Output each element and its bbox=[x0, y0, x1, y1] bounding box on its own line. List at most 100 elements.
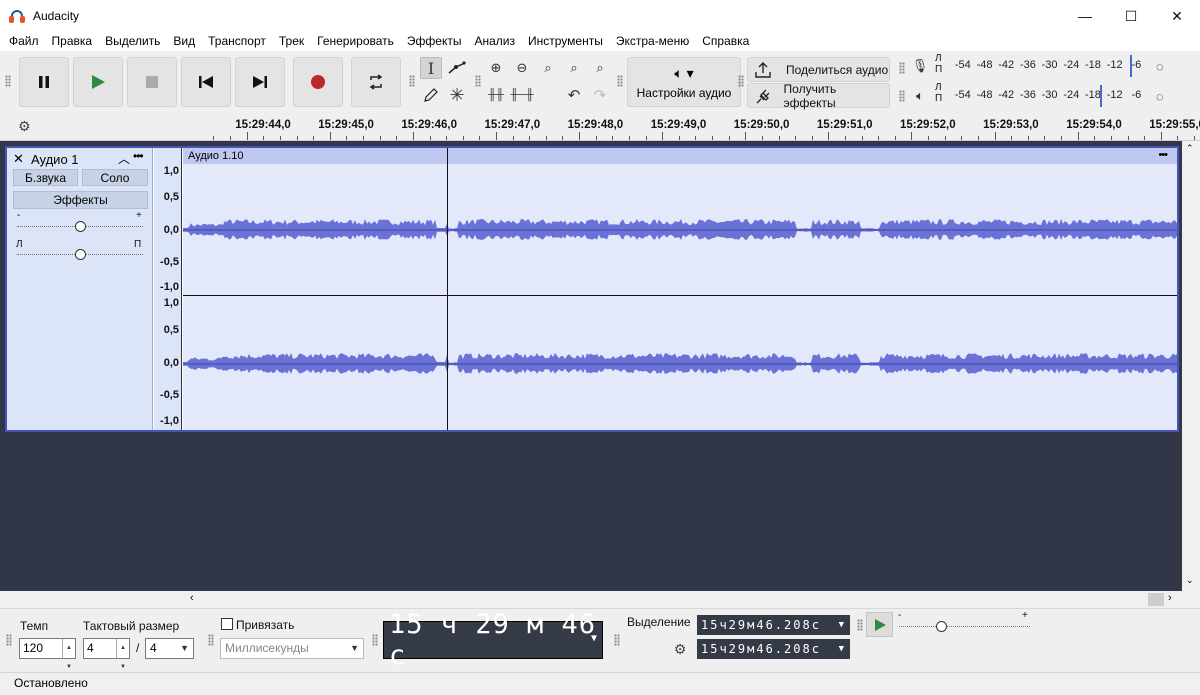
pause-button[interactable] bbox=[19, 57, 69, 107]
menu-edit[interactable]: Правка bbox=[46, 32, 100, 51]
snap-label[interactable]: Привязать bbox=[236, 618, 294, 632]
draw-tool-button[interactable] bbox=[420, 84, 442, 106]
zoom-in-button[interactable]: ⊕ bbox=[485, 57, 507, 79]
close-button[interactable]: ✕ bbox=[1154, 0, 1200, 32]
fit-selection-button[interactable]: ⌕ bbox=[537, 57, 559, 79]
menu-tools[interactable]: Инструменты bbox=[522, 32, 610, 51]
toolbar-grip-icon[interactable] bbox=[208, 634, 214, 646]
menu-view[interactable]: Вид bbox=[167, 32, 202, 51]
snap-unit-select[interactable]: Миллисекунды ▼ bbox=[220, 638, 364, 659]
selection-start-display[interactable]: 15ч29м46.208с ▼ bbox=[697, 615, 850, 635]
undo-button[interactable]: ↶ bbox=[563, 84, 585, 106]
scroll-left-icon[interactable]: ‹ bbox=[190, 592, 194, 604]
scroll-right-icon[interactable]: › bbox=[1168, 592, 1172, 604]
clip-menu-icon[interactable]: ••• bbox=[1158, 147, 1168, 163]
mute-button[interactable]: Б.звука bbox=[13, 169, 78, 186]
menu-analyze[interactable]: Анализ bbox=[468, 32, 522, 51]
toolbar-grip-icon[interactable] bbox=[409, 75, 415, 87]
chevron-down-icon[interactable]: ▼ bbox=[839, 644, 846, 654]
time-sig-numerator-input[interactable]: 4 ▲ ▼ bbox=[83, 638, 130, 670]
collapse-track-icon[interactable]: ︿ bbox=[118, 150, 130, 167]
record-button[interactable] bbox=[293, 57, 343, 107]
play-at-speed-button[interactable] bbox=[866, 612, 893, 637]
get-effects-button[interactable]: Получить эффекты bbox=[747, 82, 890, 110]
track-effects-button[interactable]: Эффекты bbox=[13, 191, 148, 209]
play-meter-scale[interactable]: -54 -48 -42 -36 -30 -24 -18 -12 -6 bbox=[952, 89, 1147, 101]
snap-checkbox[interactable] bbox=[221, 618, 233, 630]
toolbar-grip-icon[interactable] bbox=[5, 75, 11, 87]
selection-settings-icon[interactable]: ⚙ bbox=[669, 638, 691, 660]
playback-speed-slider[interactable] bbox=[899, 626, 1030, 627]
menu-effects[interactable]: Эффекты bbox=[401, 32, 469, 51]
track-name[interactable]: Аудио 1 bbox=[31, 152, 79, 167]
toolbar-grip-icon[interactable] bbox=[6, 634, 12, 646]
scroll-thumb[interactable] bbox=[1148, 593, 1164, 606]
clip-header[interactable]: Аудио 1.10 ••• bbox=[183, 148, 1177, 164]
selection-end-display[interactable]: 15ч29м46.208с ▼ bbox=[697, 639, 850, 659]
share-audio-button[interactable]: Поделиться аудио bbox=[747, 57, 890, 82]
audio-track[interactable]: ✕ Аудио 1 ︿ ••• Б.звука Соло Эффекты - +… bbox=[5, 146, 1179, 432]
chevron-down-icon[interactable]: ▼ bbox=[591, 633, 598, 644]
solo-button[interactable]: Соло bbox=[82, 169, 148, 186]
close-track-icon[interactable]: ✕ bbox=[13, 151, 24, 167]
tempo-input[interactable]: 120 ▲ ▼ bbox=[19, 638, 76, 670]
scroll-up-icon[interactable]: ⌃ bbox=[1186, 143, 1194, 154]
menu-transport[interactable]: Транспорт bbox=[202, 32, 273, 51]
tempo-spinner-icon[interactable]: ▲ ▼ bbox=[62, 639, 75, 670]
menu-file[interactable]: Файл bbox=[3, 32, 46, 51]
stop-button[interactable] bbox=[127, 57, 177, 107]
meter-options-icon[interactable]: ◌ bbox=[1156, 89, 1164, 104]
menu-generate[interactable]: Генерировать bbox=[311, 32, 401, 51]
skip-to-start-button[interactable] bbox=[181, 57, 231, 107]
toolbar-grip-icon[interactable] bbox=[614, 634, 620, 646]
toolbar-grip-icon[interactable] bbox=[738, 75, 744, 87]
play-button[interactable] bbox=[73, 57, 123, 107]
scroll-track[interactable] bbox=[1184, 155, 1198, 575]
timeline-ruler[interactable]: ⚙ 15:29:44,0 15:29:45,0 15:29:46,0 15:29:47… bbox=[0, 113, 1200, 141]
skip-to-end-button[interactable] bbox=[235, 57, 285, 107]
record-meter-scale[interactable]: -54 -48 -42 -36 -30 -24 -18 -12 -6 bbox=[952, 59, 1147, 71]
record-meter-button[interactable]: 🎙︎ bbox=[909, 55, 931, 77]
zoom-out-button[interactable]: ⊖ bbox=[511, 57, 533, 79]
timeline-settings-icon[interactable]: ⚙ bbox=[18, 118, 31, 135]
menu-extra[interactable]: Экстра-меню bbox=[610, 32, 696, 51]
envelope-tool-button[interactable] bbox=[446, 57, 468, 79]
pan-slider-knob[interactable] bbox=[74, 249, 86, 260]
toolbar-grip-icon[interactable] bbox=[475, 75, 481, 87]
clip-waveform-area[interactable] bbox=[183, 164, 1177, 430]
selection-tool-button[interactable]: I bbox=[420, 57, 442, 79]
clip-name[interactable]: Аудио 1.10 bbox=[188, 150, 244, 162]
menu-tracks[interactable]: Трек bbox=[273, 32, 311, 51]
minimize-button[interactable]: — bbox=[1062, 0, 1108, 32]
time-display[interactable]: 15 ч 29 м 46 с ▼ bbox=[383, 609, 603, 671]
gain-slider-knob[interactable] bbox=[74, 221, 86, 232]
toolbar-grip-icon[interactable] bbox=[617, 75, 623, 87]
time-sig-denominator-select[interactable]: 4 ▼ bbox=[145, 638, 194, 659]
audio-setup-button[interactable]: 🔈︎ ▾ Настройки аудио bbox=[627, 57, 741, 107]
loop-button[interactable] bbox=[351, 57, 401, 107]
redo-button[interactable]: ↷ bbox=[589, 84, 611, 106]
track-menu-icon[interactable]: ••• bbox=[133, 149, 144, 163]
menu-help[interactable]: Справка bbox=[696, 32, 756, 51]
toolbar-grip-icon[interactable] bbox=[857, 619, 863, 631]
amplitude-ruler[interactable]: 1,0 0,5 0,0 -0,5 -1,0 1,0 0,5 0,0 -0,5 -… bbox=[154, 148, 182, 430]
play-meter-button[interactable]: 🔈︎ bbox=[909, 85, 931, 107]
horizontal-scrollbar[interactable]: ‹ › bbox=[0, 591, 1200, 608]
numerator-spinner-icon[interactable]: ▲ ▼ bbox=[116, 639, 129, 670]
playback-speed-knob[interactable] bbox=[936, 621, 947, 632]
chevron-down-icon: ▼ bbox=[180, 643, 189, 653]
scroll-down-icon[interactable]: ⌄ bbox=[1186, 575, 1194, 586]
fit-project-button[interactable]: ⌕ bbox=[563, 57, 585, 79]
chevron-down-icon[interactable]: ▼ bbox=[839, 620, 846, 630]
maximize-button[interactable]: ☐ bbox=[1108, 0, 1154, 32]
silence-selection-button[interactable]: ╫─╫ bbox=[510, 84, 533, 106]
menu-select[interactable]: Выделить bbox=[99, 32, 167, 51]
trim-outside-button[interactable]: ╫╫ bbox=[485, 84, 507, 106]
toolbar-grip-icon[interactable] bbox=[899, 90, 905, 102]
multi-tool-button[interactable]: ✳ bbox=[446, 84, 468, 106]
zoom-toggle-button[interactable]: ⌕ bbox=[589, 57, 611, 79]
toolbar-grip-icon[interactable] bbox=[899, 62, 905, 74]
meter-options-icon[interactable]: ◌ bbox=[1156, 59, 1164, 74]
toolbar-grip-icon[interactable] bbox=[372, 634, 378, 646]
vertical-scrollbar[interactable]: ⌃ ⌄ bbox=[1182, 141, 1200, 591]
